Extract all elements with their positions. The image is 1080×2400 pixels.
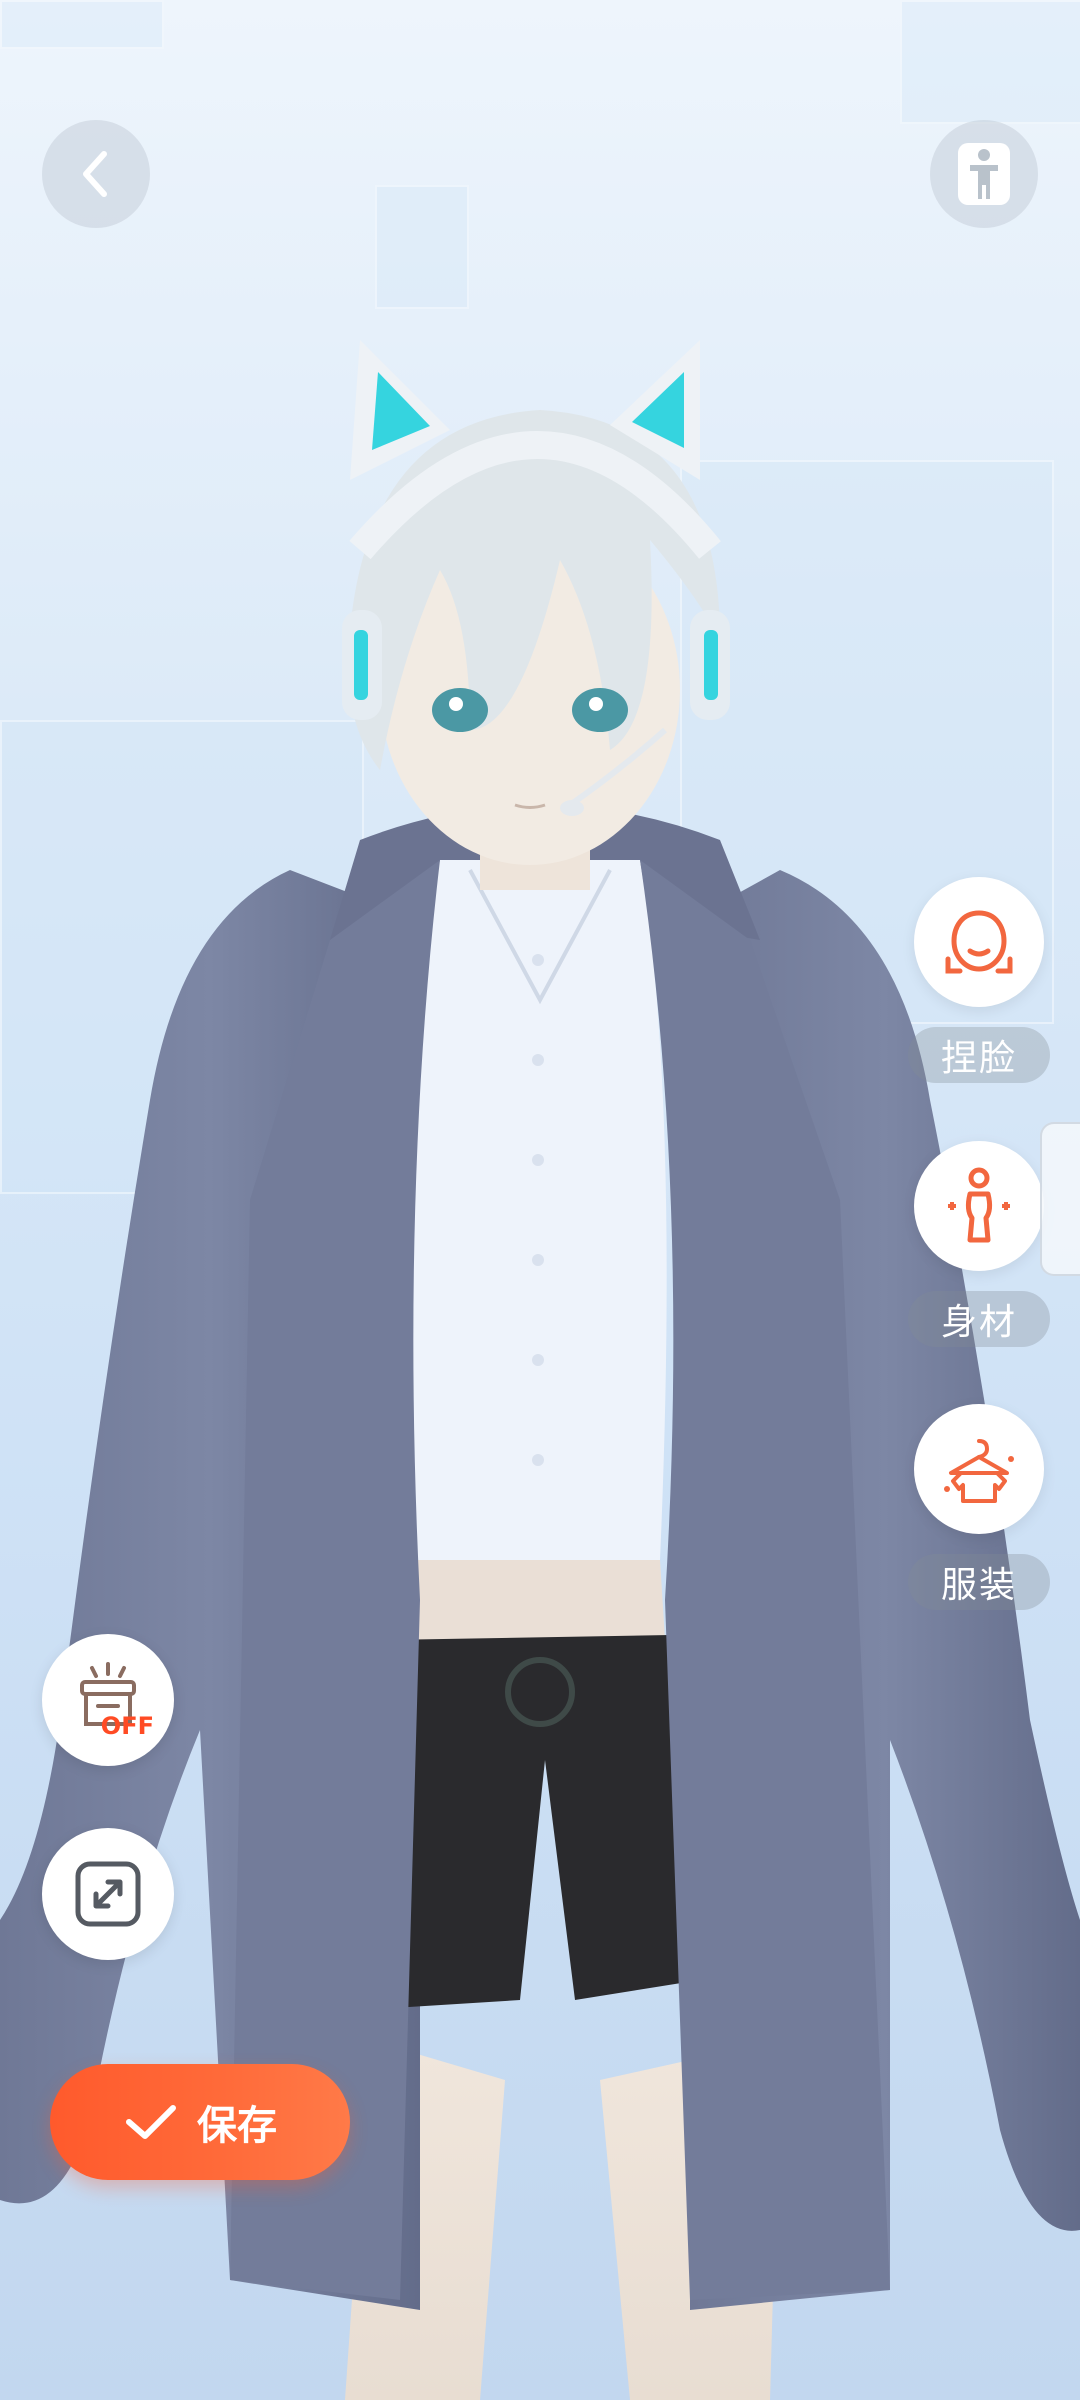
body-edit-label: 身材: [908, 1291, 1050, 1347]
back-button[interactable]: [42, 120, 150, 228]
check-icon: [126, 2105, 176, 2139]
background-panel: [375, 185, 469, 309]
standing-figure-icon: [958, 143, 1010, 205]
outfit-edit-button[interactable]: [914, 1404, 1044, 1534]
stage-light-toggle[interactable]: OFF: [42, 1634, 174, 1766]
side-drawer-handle[interactable]: [1040, 1122, 1080, 1276]
background-panel: [900, 0, 1080, 124]
body-edit-button[interactable]: [914, 1141, 1044, 1271]
save-button[interactable]: 保存: [50, 2064, 350, 2180]
expand-arrows-icon: [75, 1861, 141, 1927]
light-state-text: OFF: [100, 1712, 154, 1740]
outfit-edit-label: 服装: [908, 1554, 1050, 1610]
save-button-label: 保存: [197, 2103, 277, 2149]
fullscreen-button[interactable]: [42, 1828, 174, 1960]
chevron-left-icon: [83, 151, 107, 197]
background-panel: [0, 0, 164, 49]
face-shape-icon: [945, 910, 1013, 974]
face-edit-label: 捏脸: [908, 1027, 1050, 1083]
clothes-hanger-icon: [944, 1439, 1014, 1503]
pose-button[interactable]: [930, 120, 1038, 228]
body-shape-icon: [948, 1167, 1010, 1243]
face-edit-button[interactable]: [914, 877, 1044, 1007]
avatar-editor-screen: 捏脸 身材 服装 OFF 保存: [0, 0, 1080, 2400]
